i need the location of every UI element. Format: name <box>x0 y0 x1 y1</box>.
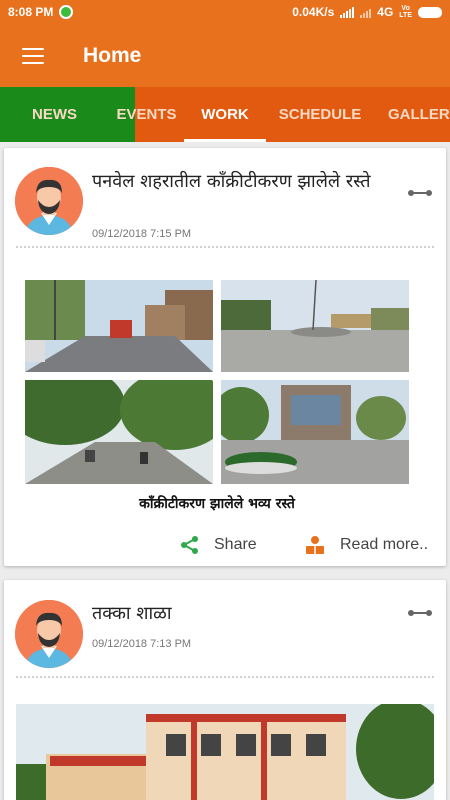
more-options-icon[interactable] <box>408 608 432 618</box>
more-options-icon[interactable] <box>408 188 432 198</box>
avatar <box>15 600 83 668</box>
share-button[interactable]: Share <box>180 535 257 555</box>
post-date: 09/12/2018 7:13 PM <box>92 638 192 650</box>
road-photo-2 <box>221 280 409 372</box>
tab-bar: NEWS EVENTS WORK SCHEDULE GALLERY <box>0 87 450 142</box>
status-bar: 8:08 PM 0.04K/s 4G Vo LTE <box>0 0 450 24</box>
image-caption: काँक्रीटीकरण झालेले भव्य रस्ते <box>139 496 295 512</box>
network-type: 4G <box>377 5 394 19</box>
divider <box>16 676 434 678</box>
avatar <box>15 167 83 235</box>
tab-gallery[interactable]: GALLERY <box>374 87 450 142</box>
post-image[interactable]: काँक्रीटीकरण झालेले भव्य रस्ते <box>21 276 413 524</box>
tab-schedule[interactable]: SCHEDULE <box>266 87 374 142</box>
divider <box>16 246 434 248</box>
whatsapp-notification-icon <box>59 5 74 19</box>
page-title: Home <box>83 43 142 67</box>
post-image[interactable] <box>16 704 434 800</box>
road-photo-4 <box>221 380 409 484</box>
post-card-2[interactable]: तक्का शाळा 09/12/2018 7:13 PM <box>4 580 446 800</box>
status-time: 8:08 PM <box>8 5 54 19</box>
battery-icon <box>418 6 442 18</box>
signal-icon-2 <box>360 6 372 18</box>
road-photo-3 <box>25 380 213 484</box>
net-speed: 0.04K/s <box>292 5 335 19</box>
reader-icon <box>306 536 324 554</box>
read-more-button[interactable]: Read more.. <box>304 535 428 555</box>
volte-icon: Vo LTE <box>399 5 412 19</box>
signal-icon <box>340 6 355 18</box>
share-label: Share <box>214 536 257 553</box>
tab-news[interactable]: NEWS <box>0 87 109 142</box>
post-actions: Share Read more.. <box>4 530 446 562</box>
tab-work[interactable]: WORK <box>184 87 266 142</box>
post-card[interactable]: पनवेल शहरातील काँक्रीटीकरण झालेले रस्ते … <box>4 148 446 566</box>
read-more-label: Read more.. <box>340 536 429 553</box>
post-date: 09/12/2018 7:15 PM <box>92 228 192 240</box>
app-bar: Home <box>0 24 450 87</box>
menu-icon[interactable] <box>22 47 44 64</box>
tab-events[interactable]: EVENTS <box>109 87 184 142</box>
road-photo-1 <box>25 280 213 372</box>
status-right-group: 0.04K/s 4G Vo LTE <box>292 5 442 19</box>
post-title[interactable]: तक्का शाळा <box>92 602 392 626</box>
share-icon <box>181 536 198 554</box>
post-title[interactable]: पनवेल शहरातील काँक्रीटीकरण झालेले रस्ते <box>92 170 392 194</box>
